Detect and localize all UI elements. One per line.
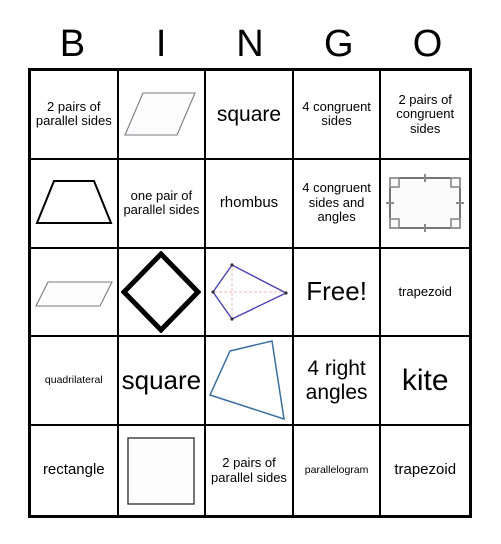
cell-label: 2 pairs of parallel sides bbox=[35, 98, 112, 129]
irregular-quadrilateral-shape bbox=[206, 337, 292, 424]
cell-label: 4 right angles bbox=[305, 357, 368, 404]
header-letter-o: O bbox=[412, 23, 443, 65]
trapezoid-shape bbox=[31, 160, 117, 247]
bingo-cell-n1[interactable]: square bbox=[206, 71, 294, 160]
bingo-cell-n2[interactable]: rhombus bbox=[206, 159, 294, 249]
bingo-cell-i1[interactable] bbox=[118, 71, 207, 160]
marked-square-shape bbox=[381, 160, 469, 247]
cell-label: parallelogram bbox=[304, 463, 369, 476]
free-space-label: Free! bbox=[306, 276, 367, 307]
bingo-cell-o3[interactable]: trapezoid bbox=[381, 248, 469, 338]
bingo-cell-i5[interactable] bbox=[118, 426, 207, 515]
bingo-cell-i3[interactable] bbox=[118, 248, 207, 338]
header-letter-b: B bbox=[59, 23, 86, 65]
header-letter-n: N bbox=[236, 23, 264, 65]
bingo-cell-i2[interactable]: one pair of parallel sides bbox=[118, 159, 207, 249]
bingo-grid: 2 pairs of parallel sides square 4 congr… bbox=[28, 68, 472, 518]
cell-label: 4 congruent sides bbox=[302, 98, 371, 129]
bingo-cell-n4[interactable] bbox=[206, 337, 294, 427]
bingo-cell-b1[interactable]: 2 pairs of parallel sides bbox=[31, 71, 119, 160]
bingo-cell-o2[interactable] bbox=[381, 159, 469, 249]
bingo-header: B I N G O bbox=[28, 22, 472, 66]
plain-square-shape bbox=[119, 426, 205, 515]
cell-label: rectangle bbox=[42, 461, 105, 479]
bingo-cell-b2[interactable] bbox=[31, 159, 119, 249]
cell-label: 2 pairs of parallel sides bbox=[211, 455, 287, 485]
cell-label: square bbox=[216, 102, 282, 126]
cell-label: one pair of parallel sides bbox=[123, 187, 200, 218]
cell-label: 4 congruent sides and angles bbox=[302, 180, 371, 225]
bingo-cell-b5[interactable]: rectangle bbox=[31, 426, 119, 515]
header-letter-i: I bbox=[155, 23, 167, 65]
bingo-cell-g2[interactable]: 4 congruent sides and angles bbox=[293, 159, 382, 249]
bingo-cell-g4[interactable]: 4 right angles bbox=[293, 337, 382, 427]
cell-label: trapezoid bbox=[394, 461, 457, 479]
cell-label: quadrilateral bbox=[44, 373, 103, 386]
kite-shape bbox=[206, 249, 292, 336]
bingo-cell-g1[interactable]: 4 congruent sides bbox=[293, 71, 382, 160]
bingo-cell-o1[interactable]: 2 pairs of congruent sides bbox=[381, 71, 469, 160]
parallelogram-shape bbox=[119, 71, 205, 158]
bingo-cell-g5[interactable]: parallelogram bbox=[293, 426, 382, 515]
bingo-cell-n5[interactable]: 2 pairs of parallel sides bbox=[206, 426, 294, 515]
bingo-cell-g3-free[interactable]: Free! bbox=[293, 248, 382, 338]
bingo-cell-i4[interactable]: square bbox=[118, 337, 207, 427]
cell-label: trapezoid bbox=[398, 283, 452, 299]
bingo-cell-o5[interactable]: trapezoid bbox=[381, 426, 469, 515]
bingo-cell-o4[interactable]: kite bbox=[381, 337, 469, 427]
cell-label: rhombus bbox=[219, 193, 279, 211]
cell-label: 2 pairs of congruent sides bbox=[396, 91, 455, 136]
bingo-cell-b3[interactable] bbox=[31, 248, 119, 338]
bingo-card: B I N G O 2 pairs of parallel sides squa… bbox=[0, 0, 501, 544]
shape-watermark bbox=[200, 510, 201, 514]
cell-label: square bbox=[121, 365, 202, 396]
rhombus-shape bbox=[119, 249, 205, 336]
cell-label: kite bbox=[401, 363, 449, 397]
flat-parallelogram-shape bbox=[31, 249, 117, 336]
bingo-cell-b4[interactable]: quadrilateral bbox=[31, 337, 119, 427]
bingo-cell-n3[interactable] bbox=[206, 248, 294, 338]
header-letter-g: G bbox=[324, 23, 354, 65]
